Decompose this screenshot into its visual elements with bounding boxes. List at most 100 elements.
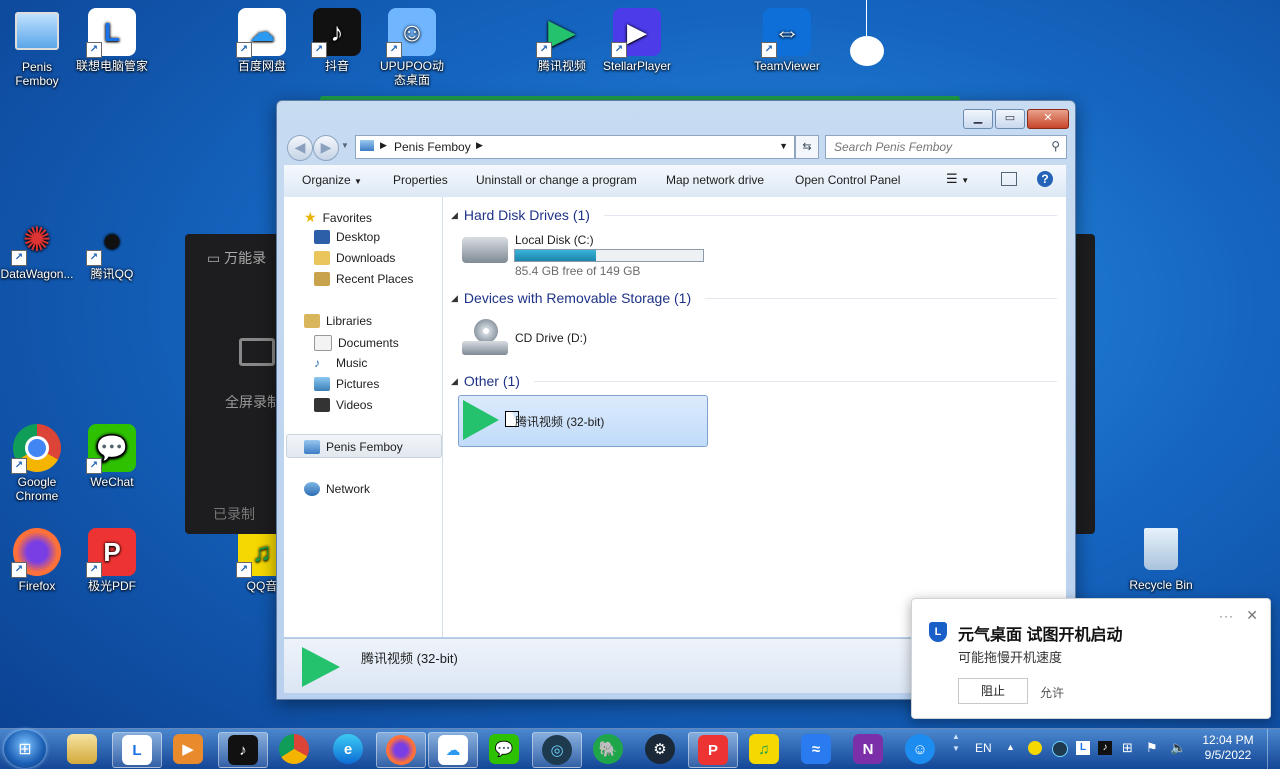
- change-view-icon[interactable]: ☰ ▼: [946, 171, 969, 187]
- map-network-drive-button[interactable]: Map network drive: [666, 173, 764, 187]
- desktop-icon-pdf[interactable]: P ↗ 极光PDF: [75, 528, 149, 593]
- nav-videos[interactable]: Videos: [314, 398, 372, 412]
- chevron-down-icon: ▼: [354, 177, 362, 186]
- onenote-icon: N: [853, 734, 883, 764]
- block-button[interactable]: 阻止: [958, 678, 1028, 704]
- show-hidden-icons[interactable]: ▲: [1006, 742, 1015, 752]
- nav-music[interactable]: ♪ Music: [314, 356, 367, 370]
- nav-pictures[interactable]: Pictures: [314, 377, 379, 391]
- taskbar-video[interactable]: ▶: [164, 732, 212, 766]
- preview-pane-icon[interactable]: [1001, 172, 1017, 186]
- uninstall-program-button[interactable]: Uninstall or change a program: [476, 173, 637, 187]
- allow-button[interactable]: 允许: [1040, 684, 1064, 701]
- desktop-icon-recycle-bin[interactable]: Recycle Bin: [1124, 528, 1198, 592]
- organize-menu[interactable]: Organize ▼: [302, 173, 362, 187]
- desktop-icon-wechat[interactable]: 💬 ↗ WeChat: [75, 424, 149, 489]
- group-header-removable[interactable]: ◢ Devices with Removable Storage (1): [451, 290, 1057, 306]
- nav-libraries[interactable]: Libraries: [304, 314, 372, 328]
- file-view: ◢ Hard Disk Drives (1) Local Disk (C:) 85…: [443, 197, 1066, 637]
- show-desktop-button[interactable]: [1267, 729, 1280, 769]
- taskbar-chrome[interactable]: [270, 732, 318, 766]
- taskbar-qq-music[interactable]: ♫: [740, 732, 788, 766]
- taskbar-feishu[interactable]: ≈: [792, 732, 840, 766]
- group-header-other[interactable]: ◢ Other (1): [451, 373, 1057, 389]
- tray-app-icon-2[interactable]: [1052, 741, 1068, 757]
- desktop-icon-upupoo[interactable]: ☺ ↗ UPUPOO动态桌面: [375, 8, 449, 87]
- refresh-button[interactable]: ⇆: [795, 135, 819, 159]
- search-box[interactable]: ⚲: [825, 135, 1067, 159]
- minimize-button[interactable]: ▁: [963, 109, 993, 129]
- nav-favorites[interactable]: ★ Favorites: [304, 209, 372, 226]
- language-indicator[interactable]: EN: [975, 741, 992, 755]
- taskbar-lenovo[interactable]: L: [112, 732, 162, 768]
- nav-downloads[interactable]: Downloads: [314, 251, 395, 265]
- taskbar-explorer[interactable]: [58, 732, 106, 766]
- taskbar-bot[interactable]: ☺: [896, 732, 944, 766]
- nav-recent-places[interactable]: Recent Places: [314, 272, 413, 286]
- tray-app-icon-1[interactable]: [1028, 741, 1042, 755]
- taskbar-douyin[interactable]: ♪: [218, 732, 268, 768]
- taskbar-gpu-tool[interactable]: ◎: [532, 732, 582, 768]
- search-icon[interactable]: ⚲: [1051, 139, 1060, 153]
- close-icon[interactable]: ✕: [1246, 607, 1258, 624]
- desktop-icon-baidu-netdisk[interactable]: ☁ ↗ 百度网盘: [225, 8, 299, 73]
- tray-lenovo-icon[interactable]: L: [1076, 741, 1090, 755]
- desktop-icon-computer[interactable]: Penis Femboy: [0, 8, 74, 88]
- taskbar-edge[interactable]: e: [324, 732, 372, 766]
- help-icon[interactable]: ?: [1037, 171, 1053, 187]
- desktop-icon-teamviewer[interactable]: ⇔ ↗ TeamViewer: [750, 8, 824, 73]
- clock[interactable]: 12:04 PM 9/5/2022: [1196, 733, 1260, 763]
- desktop-icon-stellar[interactable]: ▶ ↗ StellarPlayer: [600, 8, 674, 73]
- desktop-icon-qq[interactable]: ● ↗ 腾讯QQ: [75, 216, 149, 281]
- volume-icon[interactable]: 🔈: [1170, 740, 1186, 756]
- address-dropdown-icon[interactable]: ▼: [779, 141, 788, 151]
- tencent-video-item[interactable]: 腾讯视频 (32-bit): [458, 395, 708, 447]
- nav-network[interactable]: Network: [304, 482, 370, 496]
- camera-icon: ▭: [207, 250, 225, 266]
- network-icon[interactable]: ⊞: [1122, 740, 1133, 756]
- group-header-hdd[interactable]: ◢ Hard Disk Drives (1): [451, 207, 1057, 223]
- taskbar-pdf[interactable]: P: [688, 732, 738, 768]
- window-controls: ▁ ▭ ✕: [963, 109, 1069, 129]
- maximize-button[interactable]: ▭: [995, 109, 1025, 129]
- action-center-flag-icon[interactable]: ⚑: [1146, 740, 1158, 756]
- address-bar[interactable]: ▶ Penis Femboy ▶ ▼: [355, 135, 795, 159]
- search-input[interactable]: [832, 139, 1041, 155]
- desktop-icon-tencent-video[interactable]: ▶ ↗ 腾讯视频: [525, 8, 599, 73]
- desktop-icon-firefox[interactable]: ↗ Firefox: [0, 528, 74, 593]
- nav-desktop[interactable]: Desktop: [314, 230, 380, 244]
- gpu-tool-icon: ◎: [542, 735, 572, 765]
- taskbar-steam[interactable]: ⚙: [636, 732, 684, 766]
- desktop-icon-label: Recycle Bin: [1129, 578, 1193, 592]
- startup-notification[interactable]: L 元气桌面 试图开机启动 可能拖慢开机速度 阻止 允许 ··· ✕: [911, 598, 1271, 719]
- taskbar-baidu-netdisk[interactable]: ☁: [428, 732, 478, 768]
- desktop-icon-lenovo[interactable]: L ↗ 联想电脑管家: [75, 8, 149, 73]
- local-disk-item[interactable]: Local Disk (C:) 85.4 GB free of 149 GB: [458, 231, 718, 278]
- breadcrumb-chevron-icon[interactable]: ▶: [476, 140, 483, 151]
- taskbar-wechat[interactable]: 💬: [480, 732, 528, 766]
- nav-computer[interactable]: Penis Femboy: [304, 440, 403, 454]
- cd-drive-item[interactable]: CD Drive (D:): [458, 315, 658, 361]
- breadcrumb-location[interactable]: Penis Femboy: [394, 140, 471, 154]
- recent-pages-dropdown-icon[interactable]: ▼: [341, 141, 349, 150]
- close-button[interactable]: ✕: [1027, 109, 1069, 129]
- taskbar-scroll[interactable]: ▲ ▼: [950, 731, 962, 767]
- desktop-icon-chrome[interactable]: ↗ Google Chrome: [0, 424, 74, 503]
- breadcrumb-separator-icon[interactable]: ▶: [380, 140, 387, 151]
- properties-button[interactable]: Properties: [393, 173, 448, 187]
- back-button[interactable]: ◀: [287, 135, 313, 161]
- forward-button[interactable]: ▶: [313, 135, 339, 161]
- upupoo-icon: ☺ ↗: [386, 8, 436, 58]
- recycle-bin-icon: [1144, 528, 1178, 570]
- taskbar-onenote[interactable]: N: [844, 732, 892, 766]
- tray-douyin-icon[interactable]: ♪: [1098, 741, 1112, 755]
- taskbar-firefox[interactable]: [376, 732, 426, 768]
- qq-icon: ● ↗: [86, 216, 136, 266]
- more-options-icon[interactable]: ···: [1219, 609, 1234, 623]
- taskbar-evernote[interactable]: 🐘: [584, 732, 632, 766]
- desktop-icon-datawagon[interactable]: ✺ ↗ DataWagon...: [0, 216, 74, 281]
- start-button[interactable]: ⊞: [4, 730, 46, 768]
- nav-documents[interactable]: Documents: [314, 335, 399, 351]
- open-control-panel-button[interactable]: Open Control Panel: [795, 173, 900, 187]
- desktop-icon-douyin[interactable]: ♪ ↗ 抖音: [300, 8, 374, 73]
